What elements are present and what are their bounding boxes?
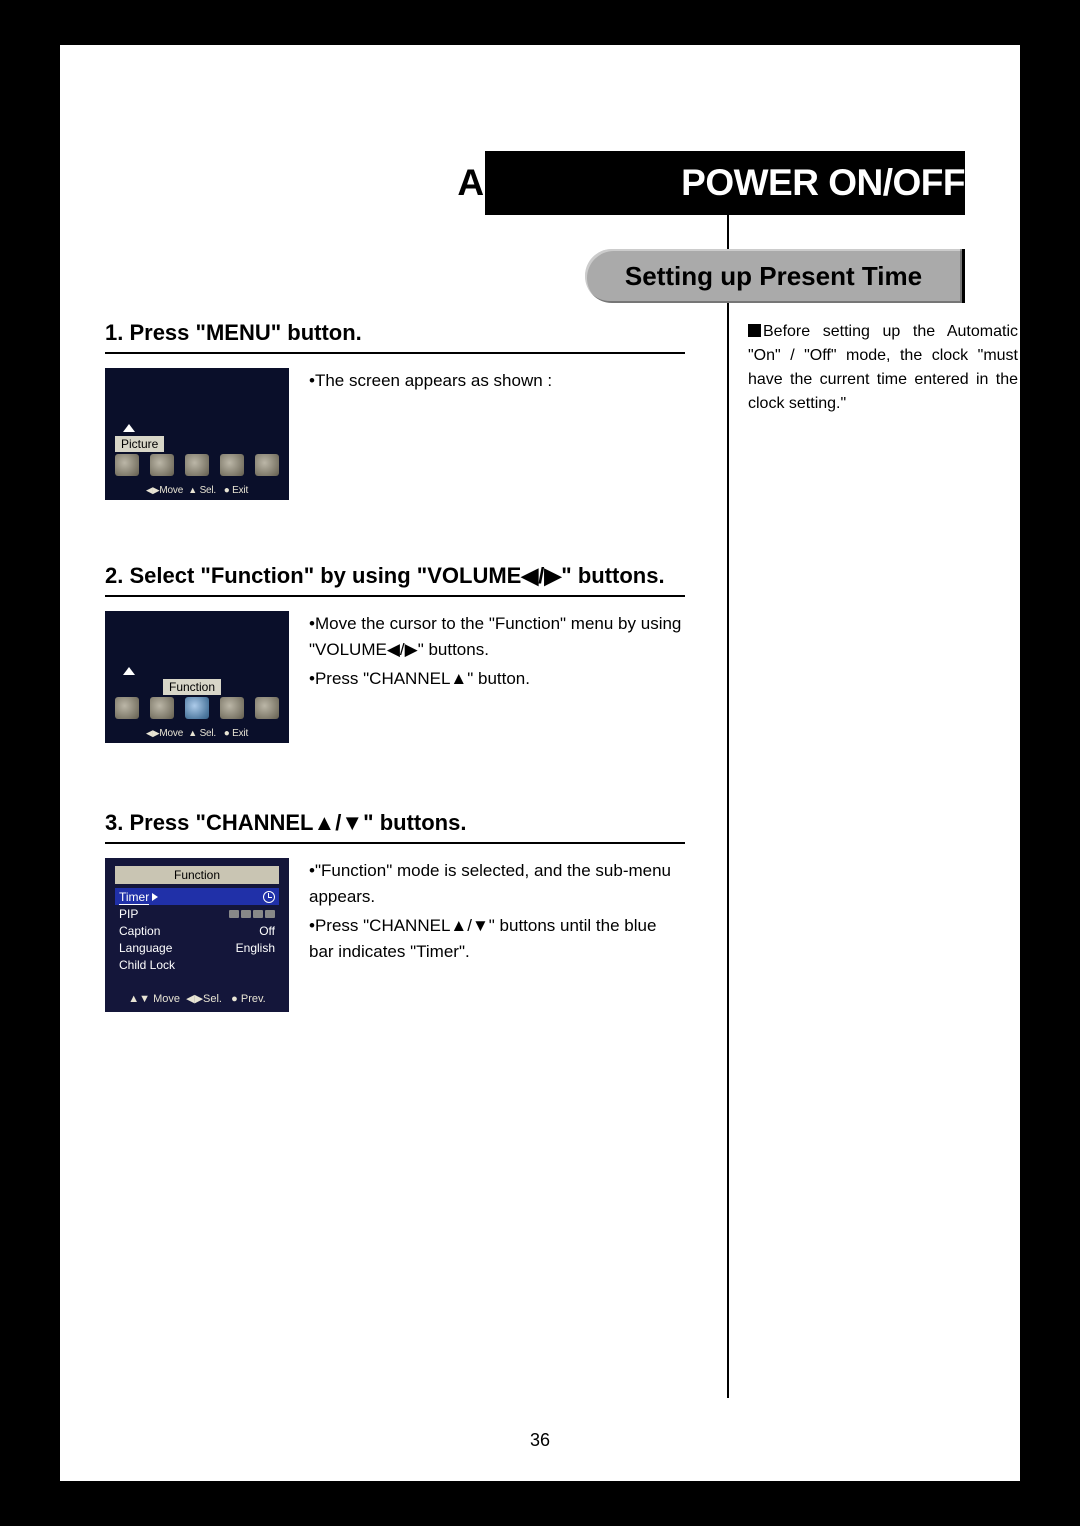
manual-page: AUTOMATIC POWER ON/OFF Setting up Presen…	[60, 45, 1020, 1481]
menu-icon-row	[115, 454, 279, 476]
header-title-left: AUTOMATIC	[457, 162, 671, 203]
menu-icon	[185, 454, 209, 476]
step-1: 1. Press "MENU" button. Picture ◀▶Move	[105, 320, 685, 500]
page-header: AUTOMATIC POWER ON/OFF	[105, 151, 965, 215]
hint-sel: Sel.	[200, 485, 216, 496]
menu-icon	[115, 697, 139, 719]
menu-icon	[150, 697, 174, 719]
step-notes: Move the cursor to the "Function" menu b…	[309, 611, 685, 743]
submenu-title: Function	[115, 866, 279, 884]
submenu-row: Language English	[115, 939, 279, 956]
row-name: PIP	[119, 907, 138, 921]
row-name: Timer	[119, 890, 149, 905]
divider-line	[727, 151, 729, 1398]
submenu-row: Caption Off	[115, 922, 279, 939]
menu-icon	[115, 454, 139, 476]
menu-icon	[220, 454, 244, 476]
right-triangle-icon	[152, 893, 158, 901]
section-title: Setting up Present Time	[625, 261, 922, 292]
note-text: Before setting up the Automatic "On" / "…	[748, 323, 1018, 412]
header-title: AUTOMATIC POWER ON/OFF	[457, 162, 965, 204]
clock-icon	[263, 891, 275, 903]
hint-exit: Exit	[232, 485, 248, 496]
menu-icon-row	[115, 697, 279, 719]
step-rule	[105, 352, 685, 354]
up-triangle-icon	[123, 424, 135, 432]
step-notes: The screen appears as shown :	[309, 368, 685, 500]
step-title: 2. Select "Function" by using "VOLUME◀/▶…	[105, 563, 685, 589]
hint-move: Move	[159, 728, 183, 739]
menu-label: Picture	[115, 436, 164, 452]
menu-icon	[255, 697, 279, 719]
row-name: Caption	[119, 924, 160, 938]
menu-label: Function	[163, 679, 221, 695]
hint-sel: Sel.	[200, 728, 216, 739]
menu-icon	[255, 454, 279, 476]
submenu-row: PIP	[115, 905, 279, 922]
tv-hint-bar: ◀▶Move ▲ Sel. ● Exit	[105, 728, 289, 739]
note-line: "Function" mode is selected, and the sub…	[309, 861, 671, 906]
up-triangle-icon	[123, 667, 135, 675]
hint-sel: Sel.	[203, 993, 222, 1005]
step-rule	[105, 842, 685, 844]
menu-icon	[220, 697, 244, 719]
section-tab: Setting up Present Time	[585, 249, 965, 303]
step-title: 3. Press "CHANNEL▲/▼" buttons.	[105, 810, 685, 836]
tv-hint-bar: ▲▼ Move ◀▶Sel. ● Prev.	[105, 992, 289, 1005]
hint-exit: Exit	[232, 728, 248, 739]
step-3: 3. Press "CHANNEL▲/▼" buttons. Function …	[105, 810, 685, 1012]
menu-icon	[150, 454, 174, 476]
row-value: English	[236, 941, 275, 955]
note-line: Press "CHANNEL▲/▼" buttons until the blu…	[309, 916, 656, 961]
step-rule	[105, 595, 685, 597]
note-bullet-icon	[748, 324, 761, 337]
row-value: Off	[259, 924, 275, 938]
note-line: The screen appears as shown :	[315, 371, 552, 390]
submenu-row-timer: Timer	[115, 888, 279, 905]
hint-move: Move	[153, 993, 180, 1005]
side-note: Before setting up the Automatic "On" / "…	[748, 320, 1018, 416]
pip-icons	[229, 910, 275, 918]
header-title-right: POWER ON/OFF	[671, 162, 965, 203]
submenu-row: Child Lock	[115, 956, 279, 973]
row-name: Child Lock	[119, 958, 175, 972]
tv-preview-1: Picture ◀▶Move ▲ Sel. ● Exit	[105, 368, 289, 500]
hint-move: Move	[159, 485, 183, 496]
hint-prev: Prev.	[241, 993, 266, 1005]
tv-hint-bar: ◀▶Move ▲ Sel. ● Exit	[105, 485, 289, 496]
row-name: Language	[119, 941, 172, 955]
note-line: Move the cursor to the "Function" menu b…	[309, 614, 681, 659]
tv-preview-3: Function Timer PIP Caption Off Langua	[105, 858, 289, 1012]
menu-icon-selected	[185, 697, 209, 719]
step-2: 2. Select "Function" by using "VOLUME◀/▶…	[105, 563, 685, 743]
note-line: Press "CHANNEL▲" button.	[315, 669, 530, 688]
step-notes: "Function" mode is selected, and the sub…	[309, 858, 685, 1012]
tv-preview-2: Function ◀▶Move ▲ Sel. ● Exit	[105, 611, 289, 743]
step-title: 1. Press "MENU" button.	[105, 320, 685, 346]
page-number: 36	[60, 1430, 1020, 1451]
